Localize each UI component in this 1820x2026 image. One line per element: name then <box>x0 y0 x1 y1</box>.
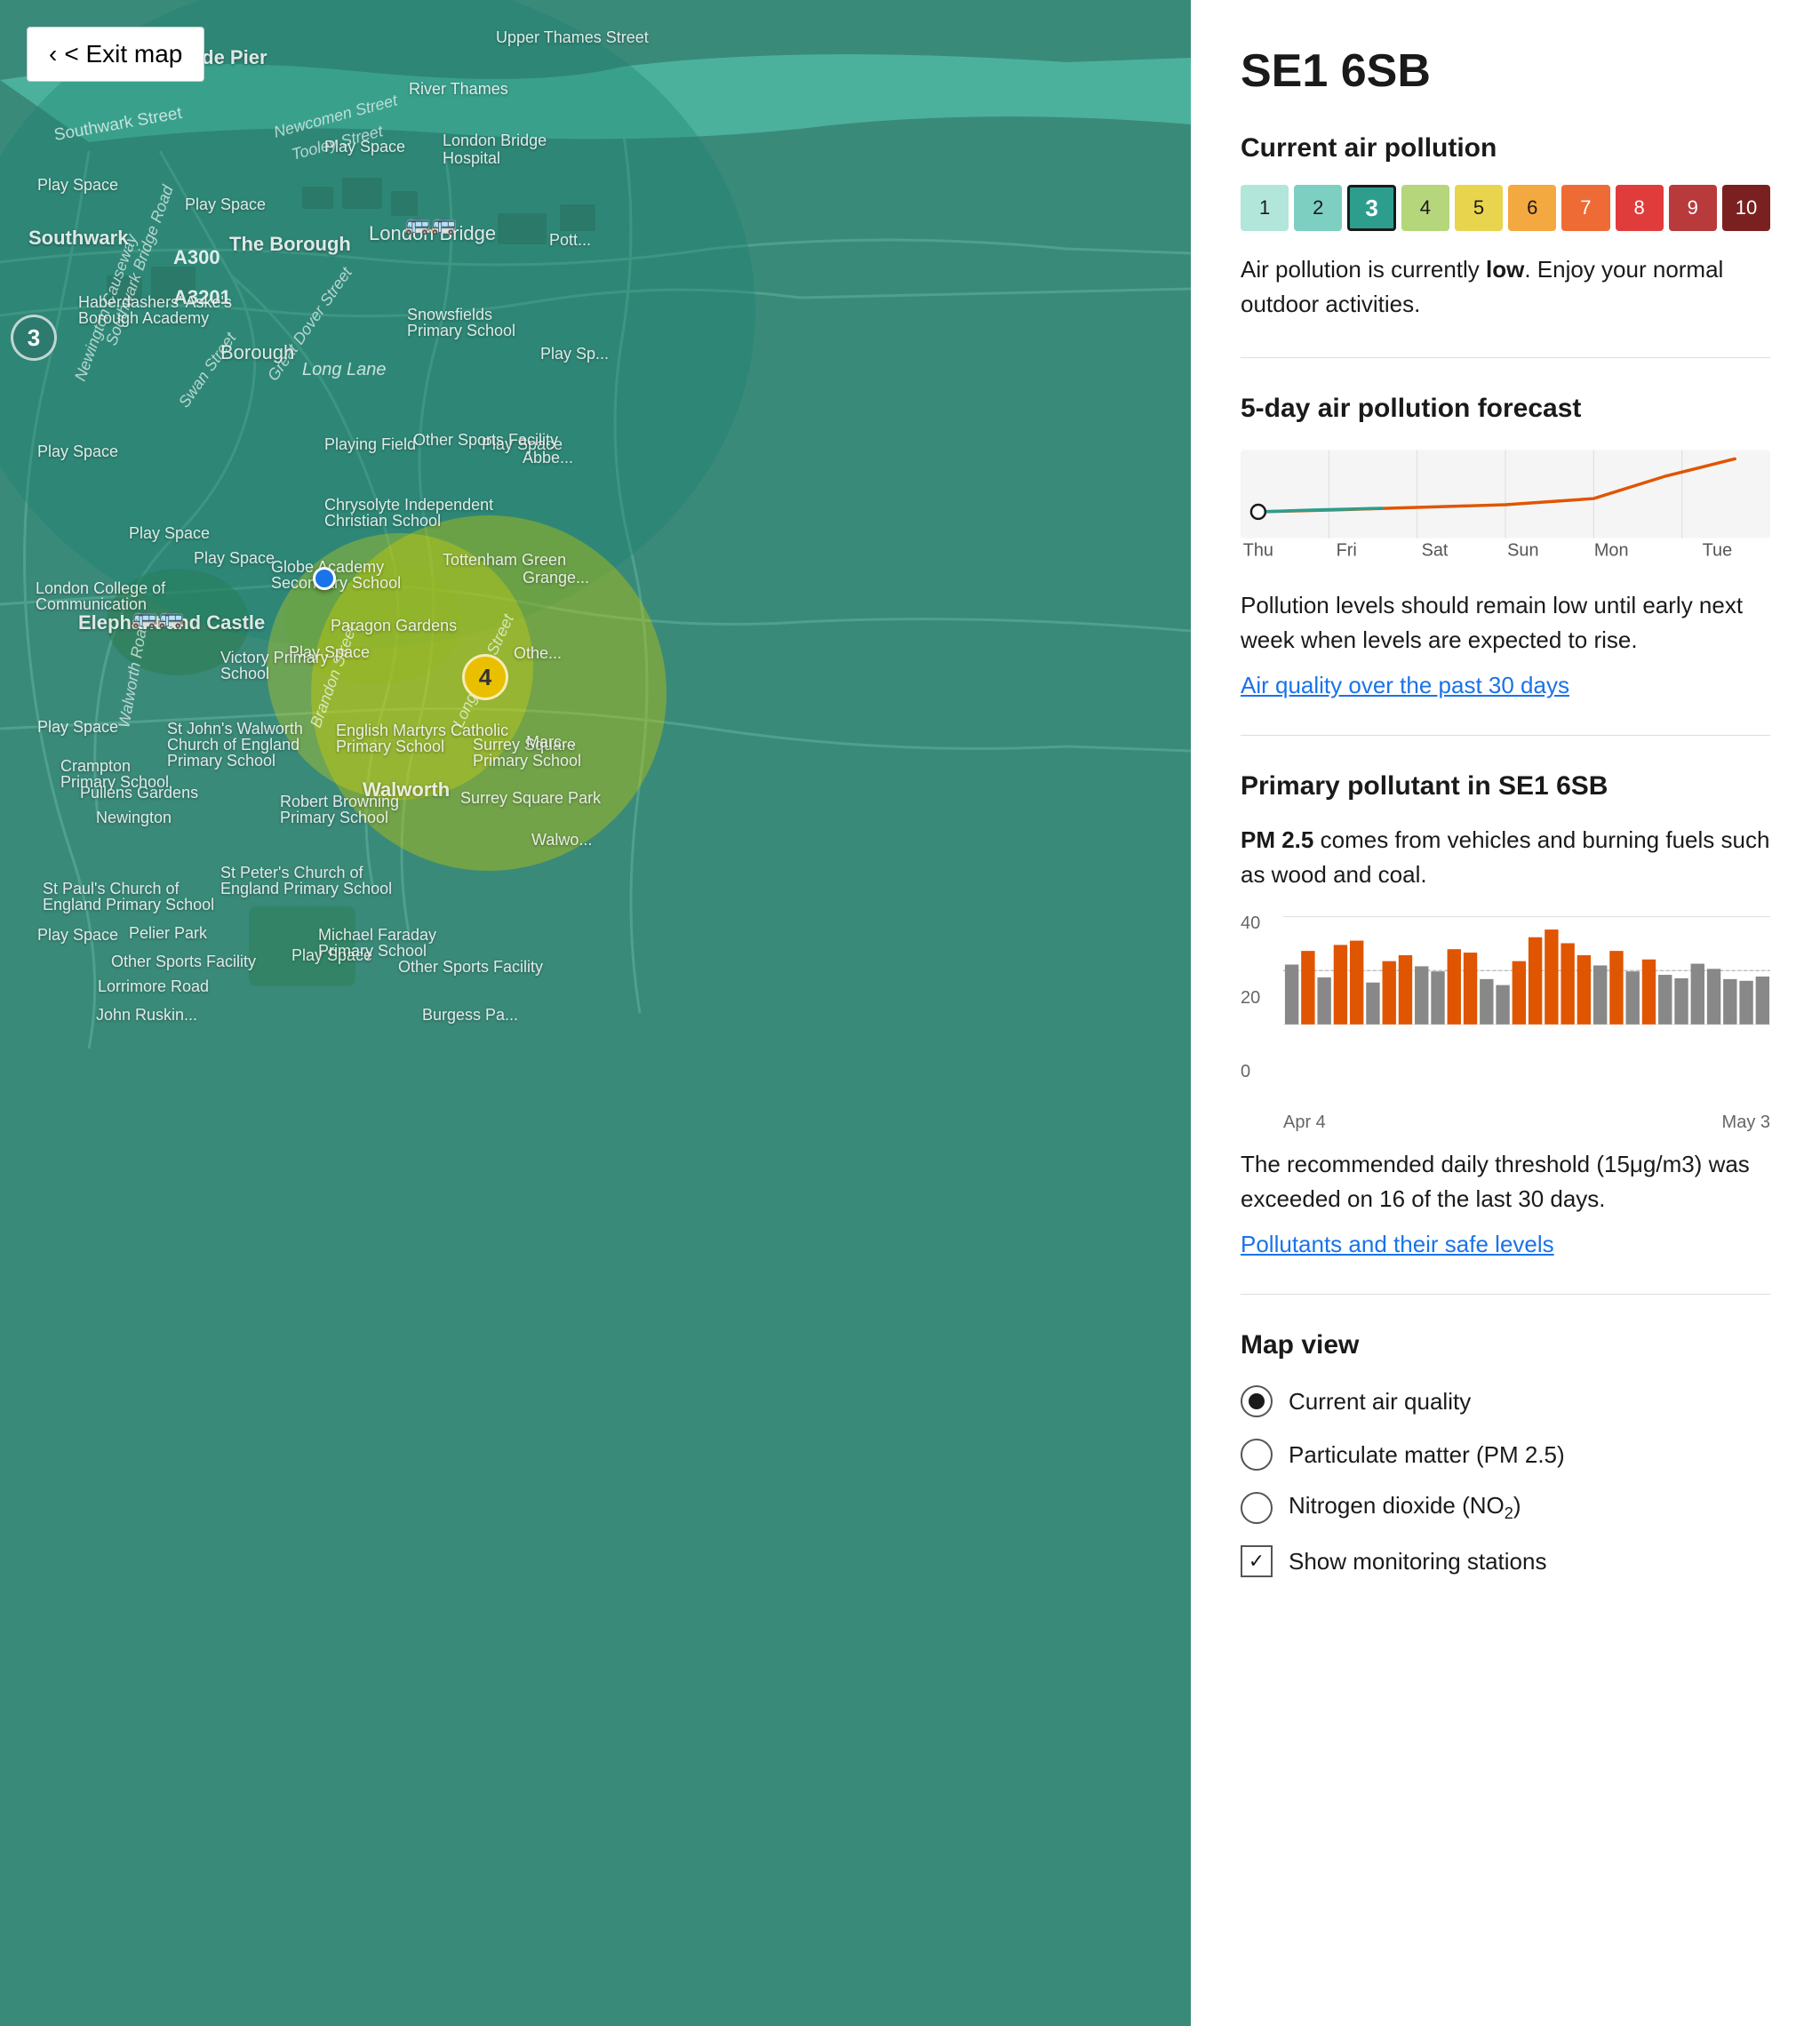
checkbox-monitoring-stations[interactable]: ✓ Show monitoring stations <box>1241 1545 1770 1577</box>
svg-text:Sun: Sun <box>1507 541 1538 561</box>
bar-chart-wrap: 40 20 0 <box>1241 913 1770 1109</box>
divider-1 <box>1241 357 1770 358</box>
primary-pollutant-header: Primary pollutant in SE1 6SB <box>1241 771 1770 802</box>
pollutant-description: PM 2.5 comes from vehicles and burning f… <box>1241 823 1770 892</box>
threshold-text: The recommended daily threshold (15μg/m3… <box>1241 1147 1770 1216</box>
aq-cell-3-active: 3 <box>1347 185 1395 231</box>
pollutant-name: PM 2.5 <box>1241 826 1313 853</box>
air-quality-history-link[interactable]: Air quality over the past 30 days <box>1241 672 1770 699</box>
aq-scale: 1 2 3 4 5 6 7 8 9 10 <box>1241 185 1770 231</box>
exit-map-button[interactable]: ‹ < Exit map <box>27 27 204 82</box>
divider-2 <box>1241 735 1770 736</box>
svg-text:Tue: Tue <box>1703 541 1732 561</box>
radio-outer-2[interactable] <box>1241 1439 1273 1471</box>
aq-cell-6: 6 <box>1508 185 1556 231</box>
back-arrow-icon: ‹ <box>49 40 57 68</box>
svg-text:A3201: A3201 <box>173 286 231 308</box>
svg-text:A300: A300 <box>173 246 220 268</box>
svg-text:Sat: Sat <box>1422 541 1449 561</box>
radio-label-3: Nitrogen dioxide (NO2) <box>1289 1492 1521 1523</box>
radio-label-2: Particulate matter (PM 2.5) <box>1289 1441 1565 1469</box>
aq-cell-8: 8 <box>1616 185 1664 231</box>
aq-cell-7: 7 <box>1561 185 1609 231</box>
radio-outer-1[interactable] <box>1241 1385 1273 1417</box>
current-air-pollution-header: Current air pollution <box>1241 133 1770 164</box>
svg-text:Thu: Thu <box>1243 541 1273 561</box>
forecast-description: Pollution levels should remain low until… <box>1241 588 1770 658</box>
bar-chart-svg <box>1283 913 1770 1082</box>
aq-cell-5: 5 <box>1455 185 1503 231</box>
radio-inner-1 <box>1249 1393 1265 1409</box>
svg-text:Long Lane: Long Lane <box>302 360 387 379</box>
checkmark-icon: ✓ <box>1249 1550 1265 1573</box>
aq-cell-10: 10 <box>1722 185 1770 231</box>
radio-label-1: Current air quality <box>1289 1388 1471 1416</box>
map-marker-4: 4 <box>462 654 508 700</box>
divider-3 <box>1241 1294 1770 1295</box>
svg-text:Mon: Mon <box>1594 541 1629 561</box>
location-dot <box>313 567 336 590</box>
location-title: SE1 6SB <box>1241 44 1770 98</box>
radio-current-air-quality[interactable]: Current air quality <box>1241 1385 1770 1417</box>
aq-description: Air pollution is currently low. Enjoy yo… <box>1241 252 1770 322</box>
forecast-chart: Thu Fri Sat Sun Mon Tue <box>1241 445 1770 570</box>
pollutant-source: comes from vehicles and burning fuels su… <box>1241 826 1769 888</box>
map-view-header: Map view <box>1241 1330 1770 1360</box>
aq-cell-2: 2 <box>1294 185 1342 231</box>
checkbox-outer-1[interactable]: ✓ <box>1241 1545 1273 1577</box>
map-panel[interactable]: Long Lane A300 A3201 Swan Street Great D… <box>0 0 1191 2026</box>
forecast-header: 5-day air pollution forecast <box>1241 394 1770 424</box>
radio-nitrogen-dioxide[interactable]: Nitrogen dioxide (NO2) <box>1241 1492 1770 1524</box>
aq-cell-9: 9 <box>1669 185 1717 231</box>
exit-map-label: < Exit map <box>64 40 182 68</box>
transport-icon-1: 🚌🚌 <box>404 211 458 236</box>
aq-cell-1: 1 <box>1241 185 1289 231</box>
transport-icon-2: 🚌🚌 <box>132 604 185 630</box>
checkbox-label-1: Show monitoring stations <box>1289 1548 1546 1575</box>
bar-chart-y-labels: 40 20 0 <box>1241 913 1260 1082</box>
pollutants-link[interactable]: Pollutants and their safe levels <box>1241 1231 1770 1258</box>
svg-text:Fri: Fri <box>1337 541 1357 561</box>
aq-cell-4: 4 <box>1401 185 1449 231</box>
map-marker-3: 3 <box>11 315 57 361</box>
bar-chart-x-labels: Apr 4 May 3 <box>1241 1113 1770 1133</box>
right-panel: SE1 6SB Current air pollution 1 2 3 4 5 … <box>1191 0 1820 2026</box>
radio-particulate-matter[interactable]: Particulate matter (PM 2.5) <box>1241 1439 1770 1471</box>
radio-outer-3[interactable] <box>1241 1492 1273 1524</box>
